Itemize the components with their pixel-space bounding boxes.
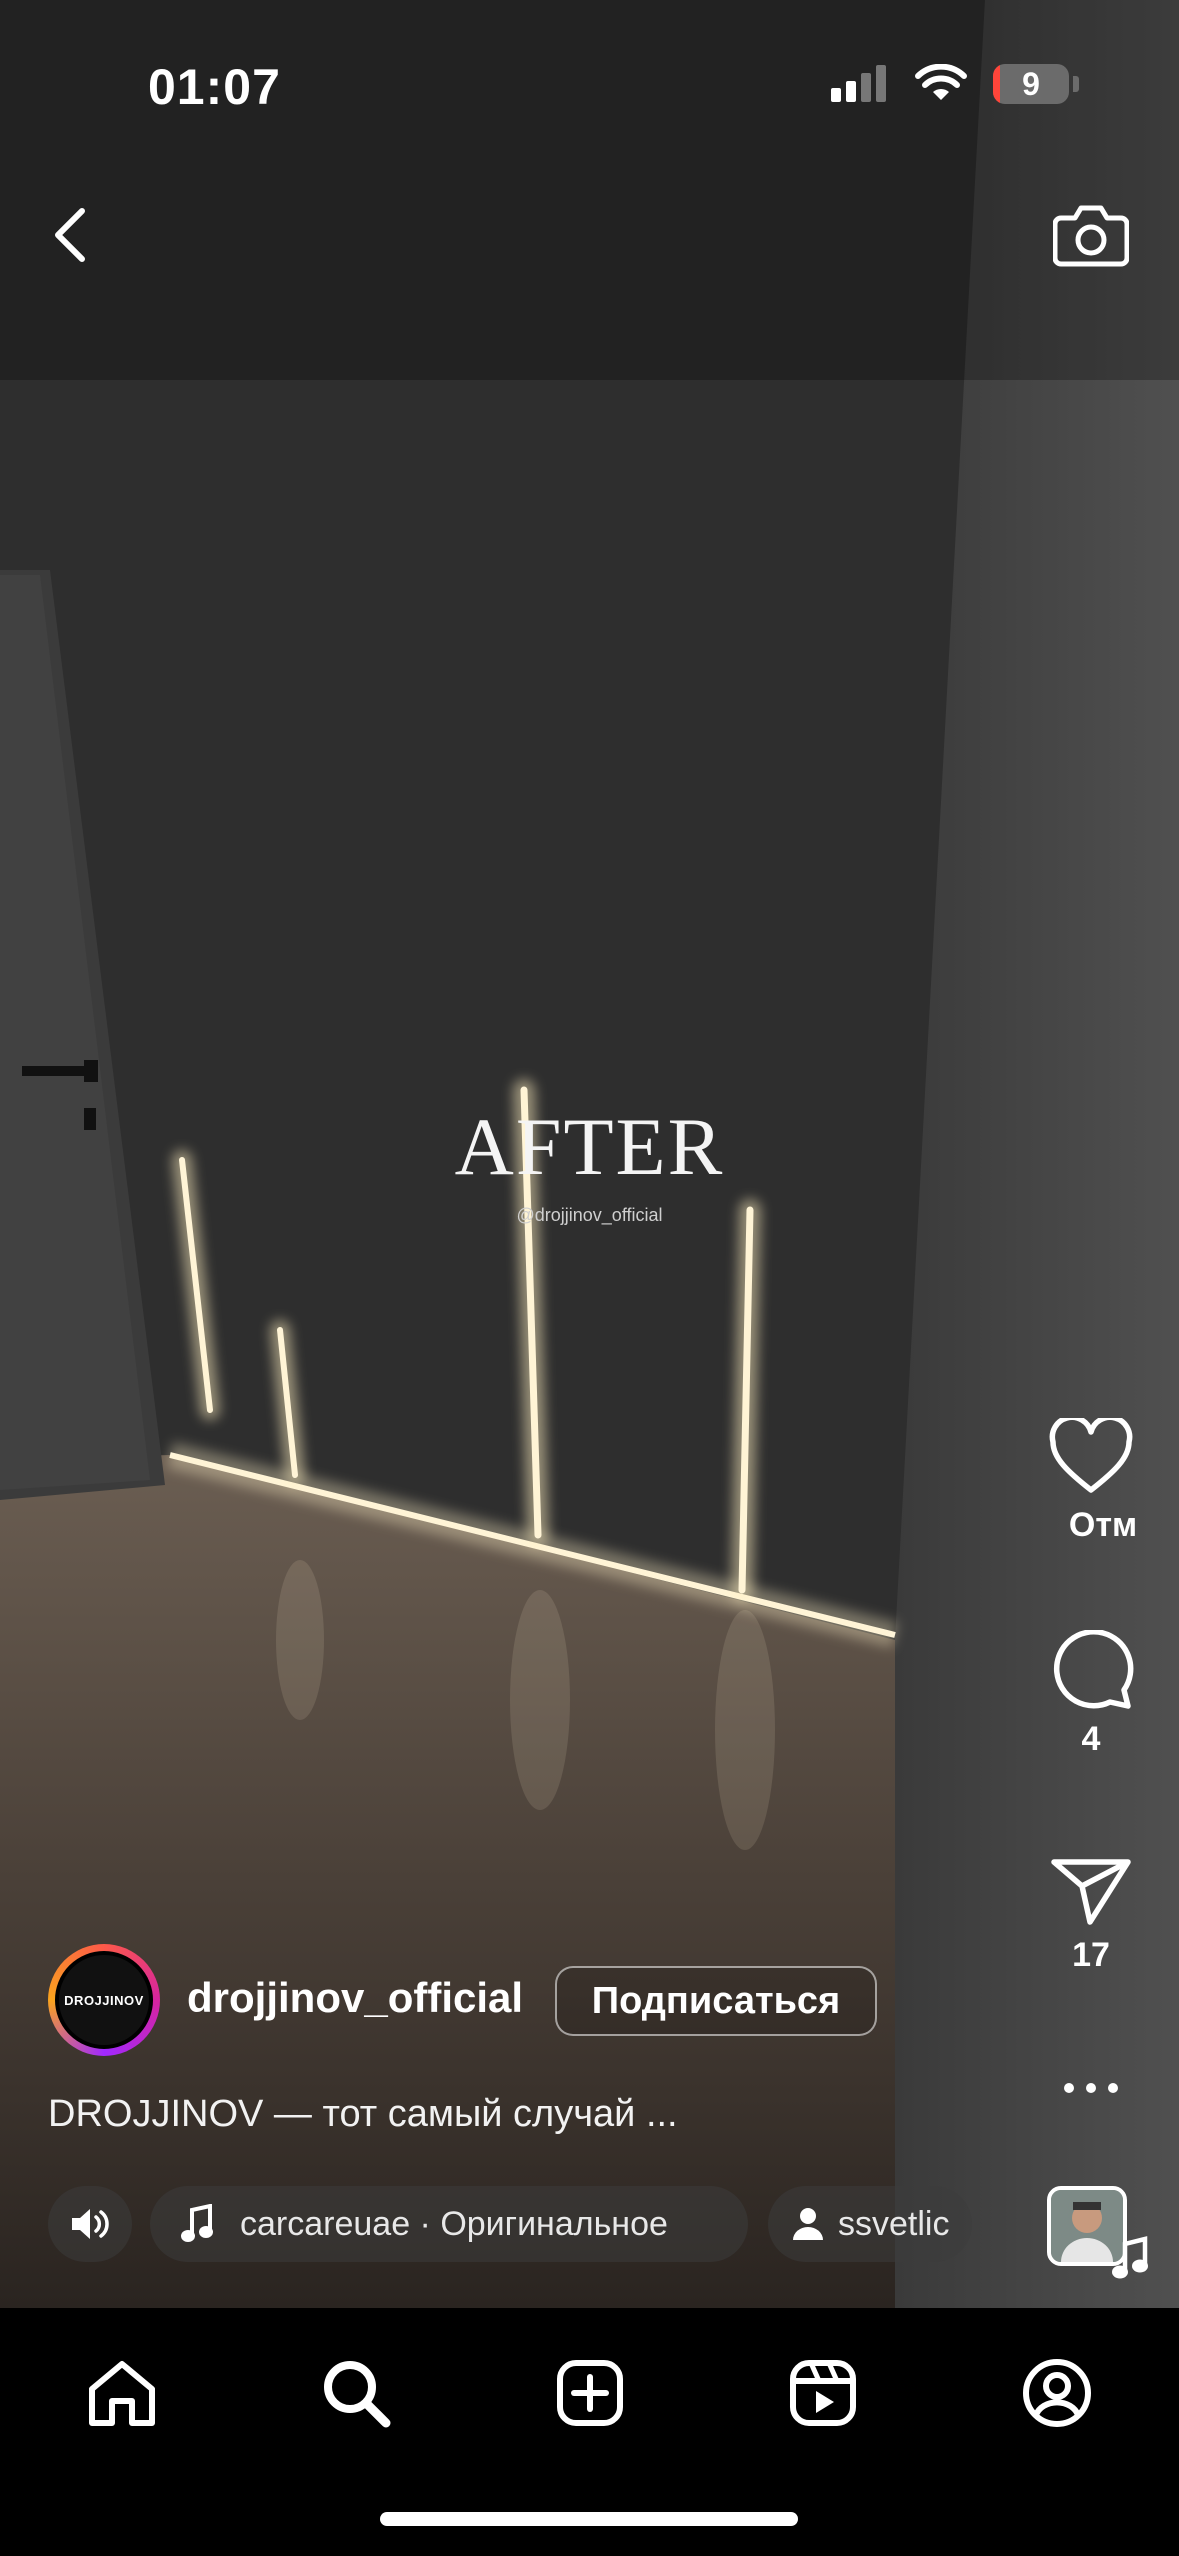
send-icon [1051, 1859, 1131, 1925]
back-button[interactable] [40, 195, 100, 275]
tagged-user-name: ssvetlic [838, 2204, 950, 2243]
status-icons: 9 [831, 64, 1079, 104]
like-button[interactable]: Отм [1031, 1418, 1151, 1545]
battery-icon: 9 [993, 64, 1069, 104]
camera-button[interactable] [1041, 195, 1141, 275]
comment-button[interactable]: 4 [1031, 1630, 1151, 1759]
music-note-icon [181, 2204, 213, 2242]
author-username[interactable]: drojjinov_official [187, 1974, 523, 2022]
person-icon [793, 2208, 823, 2240]
wifi-icon [915, 64, 967, 100]
battery-cap [1073, 76, 1079, 92]
reel-caption[interactable]: DROJJINOV — тот самый случай ... [48, 2093, 678, 2136]
video-watermark: @drojjinov_official [516, 1205, 663, 1225]
chevron-left-icon [55, 208, 85, 262]
home-indicator[interactable] [380, 2512, 798, 2526]
nav-profile[interactable] [1012, 2348, 1102, 2438]
like-label: Отм [1068, 1506, 1138, 1544]
author-avatar[interactable]: DROJJINOV [48, 1944, 160, 2056]
search-icon [324, 2361, 391, 2428]
nav-reels[interactable] [778, 2348, 868, 2438]
tagged-user-chip[interactable]: ssvetlic [768, 2186, 972, 2262]
share-button[interactable]: 17 [1031, 1856, 1151, 1975]
shares-count: 17 [1072, 1936, 1110, 1974]
comment-icon [1053, 1630, 1134, 1709]
reels-icon [790, 2360, 856, 2426]
audio-note-badge [1111, 2236, 1151, 2285]
comments-count: 4 [1081, 1720, 1101, 1758]
mute-toggle-button[interactable] [48, 2186, 132, 2262]
nav-search[interactable] [311, 2348, 401, 2438]
nav-home[interactable] [77, 2348, 167, 2438]
heart-icon [1049, 1418, 1133, 1493]
nav-create[interactable] [545, 2348, 635, 2438]
battery-level: 9 [1022, 65, 1040, 102]
more-button[interactable] [1031, 2080, 1151, 2096]
audio-track-chip[interactable]: carcareuae · Оригинальное [150, 2186, 748, 2262]
music-note-icon [1112, 2236, 1148, 2279]
audio-track-name: carcareuae · Оригинальное [240, 2204, 668, 2243]
home-icon [89, 2361, 155, 2426]
video-overlay-title: AFTER [454, 1101, 725, 1192]
follow-button[interactable]: Подписаться [555, 1966, 877, 2036]
status-time: 01:07 [148, 59, 281, 115]
more-icon [1064, 2083, 1118, 2093]
avatar-logo-text: DROJJINOV [55, 1951, 153, 2049]
cellular-signal-icon [831, 65, 886, 102]
camera-icon [1053, 205, 1129, 267]
profile-icon [1023, 2359, 1091, 2427]
create-icon [557, 2360, 623, 2426]
speaker-icon [72, 2209, 109, 2239]
